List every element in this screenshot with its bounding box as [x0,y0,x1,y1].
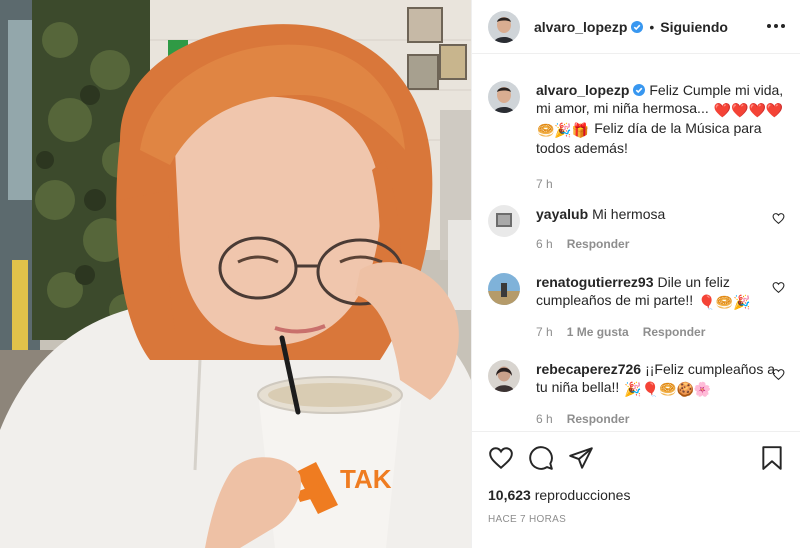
post-actions: 10,623 reproducciones HACE 7 HORAS [472,431,800,548]
post-panel: alvaro_lopezp • Siguiendo alvaro_lopezp … [471,0,800,548]
comment-likes[interactable]: 1 Me gusta [567,323,629,341]
comment-avatar[interactable] [488,273,520,305]
caption-party-emoji: 🥯🎉🎁 [537,122,590,138]
comment-time[interactable]: 6 h [536,410,553,428]
views-number: 10,623 [488,487,531,503]
caption-avatar-image [488,81,520,113]
author-username[interactable]: alvaro_lopezp [534,19,627,35]
heart-outline-icon[interactable] [488,445,514,471]
caption-username[interactable]: alvaro_lopezp [536,82,629,98]
comment-text: Mi hermosa [592,206,666,222]
comment-like-icon[interactable] [772,212,785,225]
author-avatar[interactable] [488,10,520,43]
comment-avatar-image [488,273,520,305]
speech-bubble-icon[interactable] [528,445,554,471]
views-count[interactable]: 10,623 reproducciones [488,487,630,503]
comment-item: yayalub Mi hermosa 6 h Responder [488,205,785,253]
caption: alvaro_lopezp Feliz Cumple mi vida, mi am… [488,81,785,193]
following-button[interactable]: Siguiendo [660,19,728,35]
comment-username[interactable]: yayalub [536,206,588,222]
verified-badge-icon [631,20,644,33]
comment-username[interactable]: rebecaperez726 [536,361,641,377]
post-header: alvaro_lopezp • Siguiendo [472,0,800,54]
reply-button[interactable]: Responder [643,323,706,341]
comment-avatar-image [488,360,520,392]
reply-button[interactable]: Responder [567,235,630,253]
caption-time[interactable]: 7 h [536,175,553,193]
comment-emoji: 🎈🥯🎉 [698,294,751,310]
views-label: reproducciones [534,487,631,503]
comment-like-icon[interactable] [772,281,785,294]
cup-brand-text: TAK [340,464,392,494]
comment-username[interactable]: renatogutierrez93 [536,274,653,290]
comment-item: renatogutierrez93 Dile un feliz cumpleaño… [488,273,785,341]
video-frame: TAK [0,0,471,548]
comment-time[interactable]: 7 h [536,323,553,341]
caption-avatar[interactable] [488,81,520,113]
comments-list: alvaro_lopezp Feliz Cumple mi vida, mi am… [472,55,800,431]
comment-avatar-image [488,205,520,237]
paper-plane-icon[interactable] [568,445,594,471]
comment-emoji: 🎉🎈🥯🍪🌸 [624,381,712,397]
comment-avatar[interactable] [488,360,520,392]
bookmark-icon[interactable] [759,445,785,471]
separator-dot: • [649,18,655,35]
more-options-icon[interactable] [767,16,785,36]
author-avatar-image [488,10,520,43]
comment-time[interactable]: 6 h [536,235,553,253]
reply-button[interactable]: Responder [567,410,630,428]
comment-item: rebecaperez726 ¡¡Feliz cumpleaños a tu ni… [488,360,785,428]
caption-verified-icon [633,84,646,96]
caption-hearts-emoji: ❤️❤️❤️❤️ [713,102,784,118]
post-video[interactable]: TAK [0,0,471,548]
post-time-ago[interactable]: HACE 7 HORAS [488,514,566,525]
comment-like-icon[interactable] [772,368,785,381]
comment-avatar[interactable] [488,205,520,237]
